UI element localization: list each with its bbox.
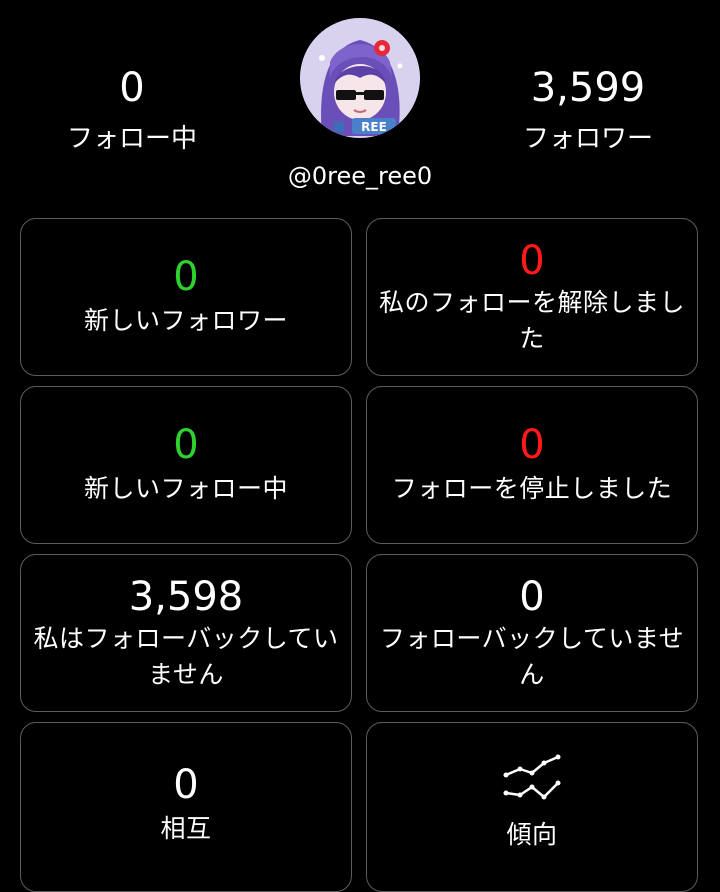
new-following-count: 0: [173, 422, 199, 468]
trend-chart-icon: [503, 754, 561, 800]
unfollowed-me-count: 0: [519, 238, 545, 284]
not-followed-back-count: 0: [519, 574, 545, 620]
new-followers-count: 0: [173, 254, 199, 300]
stopped-following-label: フォローを停止しました: [391, 474, 673, 503]
unfollowed-me-label: 私のフォローを解除しました: [378, 288, 685, 353]
new-followers-card[interactable]: 0 新しいフォロワー: [20, 218, 352, 376]
unfollowed-me-card[interactable]: 0 私のフォローを解除しました: [366, 218, 698, 376]
mutual-card[interactable]: 0 相互: [20, 722, 352, 892]
mutual-count: 0: [173, 762, 199, 808]
new-followers-label: 新しいフォロワー: [83, 306, 288, 335]
mutual-label: 相互: [160, 814, 212, 843]
not-following-back-count: 3,598: [128, 574, 244, 620]
trend-label: 傾向: [506, 820, 558, 849]
not-followed-back-label: フォローバックしていません: [379, 624, 685, 689]
trend-card[interactable]: 傾向: [366, 722, 698, 892]
not-following-back-card[interactable]: 3,598 私はフォローバックしていません: [20, 554, 352, 712]
stopped-following-count: 0: [519, 422, 545, 468]
stats-grid: 0 新しいフォロワー 0 私のフォローを解除しました 0 新しいフォロー中 0 …: [0, 0, 720, 892]
new-following-label: 新しいフォロー中: [83, 474, 288, 503]
not-followed-back-card[interactable]: 0 フォローバックしていません: [366, 554, 698, 712]
new-following-card[interactable]: 0 新しいフォロー中: [20, 386, 352, 544]
not-following-back-label: 私はフォローバックしていません: [33, 624, 339, 689]
stopped-following-card[interactable]: 0 フォローを停止しました: [366, 386, 698, 544]
